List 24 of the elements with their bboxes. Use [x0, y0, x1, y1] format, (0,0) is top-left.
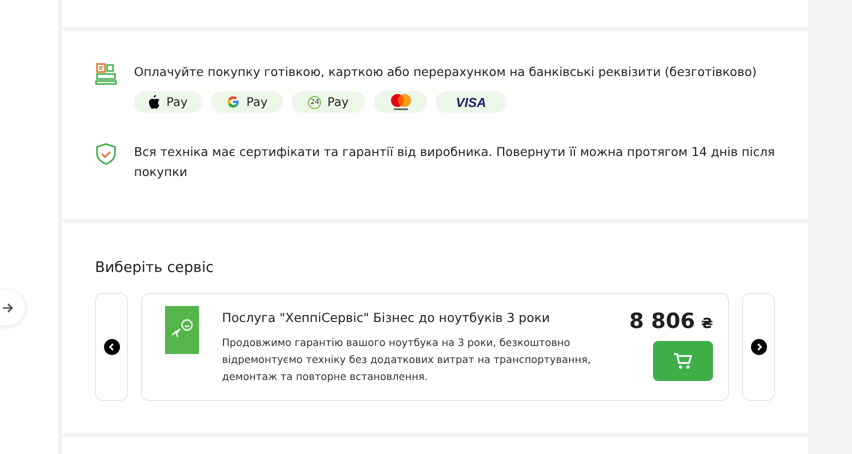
service-name: Послуга "ХеппіСервіс" Бізнес до ноутбуків 3 роки	[222, 309, 551, 327]
apple-icon	[148, 95, 160, 109]
pay-label: Pay	[327, 95, 349, 109]
service-description: Продовжимо гарантію вашого ноутбука на 3 роки, безкоштовно відремонтуємо техніку без додаткових витрат на транспортування, демонтаж та повторне встановлення.	[222, 337, 592, 385]
next-button[interactable]	[750, 339, 766, 355]
warranty-info-text: Вся техніка має сертифікати та гарантії від виробника. Повернути її можна протягом 14 днів після покупки	[134, 144, 776, 181]
currency-sign: ₴	[700, 316, 713, 332]
arrow-icon	[2, 302, 14, 314]
google-icon	[226, 95, 240, 109]
service-price: 8 806	[629, 309, 695, 333]
payment-info-text: Оплачуйте покупку готівкою, карткою або перерахунком на банківські реквізити (безготівково)	[134, 64, 757, 81]
previous-button[interactable]	[104, 339, 120, 355]
pay-label: Pay	[166, 95, 188, 109]
pay-label: Pay	[246, 95, 268, 109]
section-title: Виберіть сервіс	[95, 259, 215, 277]
chevron-left-icon	[108, 343, 116, 351]
cash-register-icon	[94, 62, 118, 86]
add-to-cart-button[interactable]	[653, 341, 713, 381]
mastercard-icon	[388, 93, 412, 111]
visa-logo: VISA	[456, 94, 486, 110]
service-logo-icon	[165, 306, 199, 354]
shield-check-icon	[94, 142, 118, 166]
chevron-right-icon	[754, 343, 762, 351]
cart-icon	[673, 352, 693, 370]
